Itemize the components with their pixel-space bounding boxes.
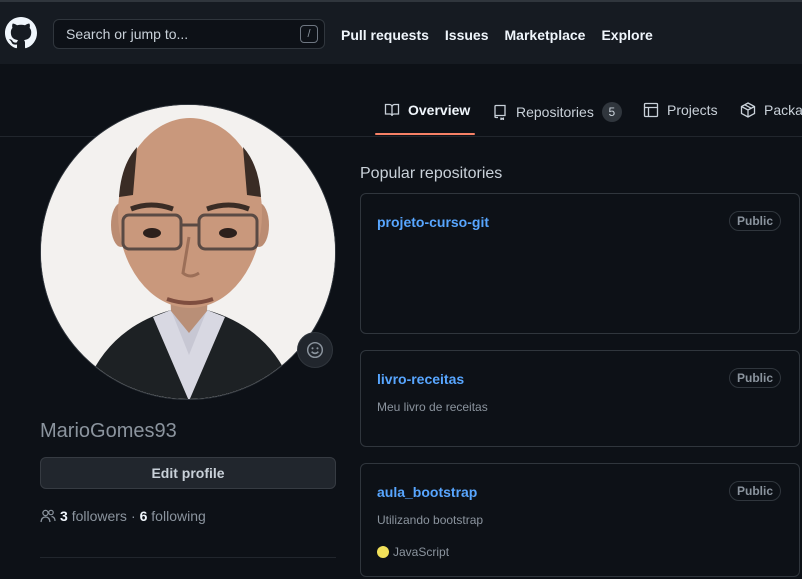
language-label: JavaScript bbox=[393, 545, 450, 559]
followers-count: 3 bbox=[60, 508, 68, 524]
visibility-badge: Public bbox=[728, 211, 781, 231]
smiley-icon bbox=[306, 341, 324, 359]
follow-stats: 3 followers · 6 following bbox=[40, 508, 206, 524]
repo-description: Utilizando bootstrap bbox=[377, 513, 484, 527]
tab-packages[interactable]: Packag bbox=[740, 102, 802, 118]
nav-explore[interactable]: Explore bbox=[601, 27, 652, 43]
profile-username: MarioGomes93 bbox=[40, 420, 177, 442]
tab-repositories[interactable]: Repositories 5 bbox=[492, 102, 622, 122]
github-logo-icon[interactable] bbox=[5, 17, 37, 49]
nav-issues[interactable]: Issues bbox=[445, 27, 489, 43]
repo-name-link[interactable]: projeto-curso-git bbox=[377, 214, 489, 230]
nav-pull-requests[interactable]: Pull requests bbox=[341, 27, 429, 43]
avatar-photo bbox=[41, 105, 335, 399]
top-header: Search or jump to... / Pull requests Iss… bbox=[0, 0, 802, 64]
repo-icon bbox=[494, 104, 506, 120]
followers-label: followers bbox=[71, 508, 127, 524]
followers-link[interactable]: 3 followers bbox=[60, 508, 127, 524]
following-label: following bbox=[151, 508, 206, 524]
package-icon bbox=[740, 102, 756, 118]
repo-name-link[interactable]: livro-receitas bbox=[377, 371, 464, 387]
repo-name-link[interactable]: aula_bootstrap bbox=[377, 484, 477, 500]
search-input[interactable]: Search or jump to... / bbox=[53, 19, 325, 49]
people-icon bbox=[40, 509, 56, 523]
search-shortcut-key: / bbox=[300, 25, 318, 43]
repositories-count-badge: 5 bbox=[601, 102, 622, 122]
set-status-button[interactable] bbox=[297, 332, 333, 368]
top-nav: Pull requests Issues Marketplace Explore bbox=[341, 27, 653, 43]
tab-overview[interactable]: Overview bbox=[384, 102, 470, 118]
following-count: 6 bbox=[139, 508, 148, 524]
language-color-dot bbox=[377, 546, 389, 558]
edit-profile-button[interactable]: Edit profile bbox=[40, 457, 336, 489]
repo-card: livro-receitas Public Meu livro de recei… bbox=[360, 350, 800, 447]
avatar[interactable] bbox=[40, 104, 336, 400]
active-tab-indicator bbox=[375, 133, 475, 135]
visibility-badge: Public bbox=[728, 368, 781, 388]
repo-card: projeto-curso-git Public bbox=[360, 193, 800, 334]
search-placeholder: Search or jump to... bbox=[66, 26, 189, 42]
tab-projects-label: Projects bbox=[667, 102, 718, 118]
repo-description: Meu livro de receitas bbox=[377, 400, 488, 414]
repo-language: JavaScript bbox=[377, 545, 449, 559]
tab-projects[interactable]: Projects bbox=[643, 102, 718, 118]
following-link[interactable]: 6 following bbox=[140, 508, 206, 524]
nav-marketplace[interactable]: Marketplace bbox=[505, 27, 586, 43]
sidebar-divider bbox=[40, 557, 336, 558]
follow-separator: · bbox=[130, 508, 136, 524]
book-icon bbox=[384, 103, 400, 117]
table-icon bbox=[643, 102, 659, 118]
visibility-badge: Public bbox=[728, 481, 781, 501]
tab-packages-label: Packag bbox=[764, 102, 802, 118]
tab-repositories-label: Repositories bbox=[516, 104, 594, 120]
popular-repositories-title: Popular repositories bbox=[360, 165, 503, 182]
repo-card: aula_bootstrap Public Utilizando bootstr… bbox=[360, 463, 800, 577]
tab-overview-label: Overview bbox=[408, 102, 471, 118]
